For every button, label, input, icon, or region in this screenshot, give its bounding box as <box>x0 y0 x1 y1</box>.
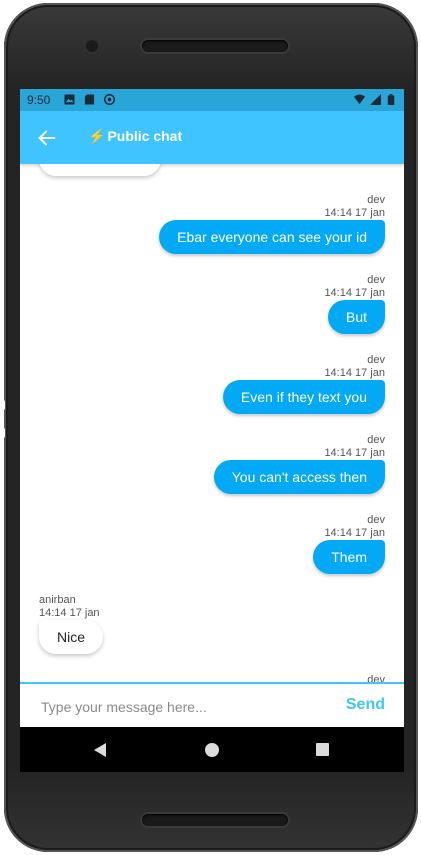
nav-back-icon[interactable] <box>94 743 106 757</box>
message-bubble-outgoing[interactable]: You can't access then <box>213 460 385 494</box>
back-arrow-icon[interactable] <box>36 127 58 149</box>
message-time: 14:14 17 jan <box>324 367 385 379</box>
message-meta: dev 14:14 17 jan <box>324 194 385 220</box>
signal-icon <box>370 94 381 105</box>
message-author: dev <box>367 514 385 526</box>
message-bubble-incoming[interactable]: Nice <box>39 620 104 654</box>
message-time: 14:14 17 jan <box>324 287 385 299</box>
page-title: ⚡ Public chat <box>88 128 182 145</box>
message-author: dev <box>367 194 385 206</box>
message-meta: dev 14:14 17 jan <box>324 434 385 460</box>
front-camera <box>86 40 98 52</box>
message-bubble-outgoing[interactable]: Them <box>313 540 385 574</box>
message-author: anirban <box>39 594 76 606</box>
status-time: 9:50 <box>27 93 51 107</box>
battery-icon <box>387 94 395 105</box>
app-bar: ⚡ Public chat <box>20 111 404 164</box>
nav-home-icon[interactable] <box>205 743 219 757</box>
nav-recents-icon[interactable] <box>316 743 329 756</box>
message-meta: dev 14:14 17 jan <box>324 274 385 300</box>
message-author: dev <box>367 354 385 366</box>
message-input[interactable] <box>39 694 333 720</box>
android-nav-bar <box>20 727 404 772</box>
side-button-mark <box>0 428 5 438</box>
wifi-icon <box>354 94 365 105</box>
bottom-speaker <box>142 814 288 826</box>
app-screen: 9:50 ⚡ Public chat dev 14:14 17 jan Ebar … <box>20 89 404 772</box>
image-notification-icon <box>64 94 75 105</box>
message-time: 14:14 17 jan <box>324 527 385 539</box>
page-title-text: Public chat <box>107 128 183 144</box>
side-button-mark <box>0 400 5 410</box>
message-meta: anirban 14:14 17 jan <box>39 594 100 620</box>
message-author: dev <box>367 274 385 286</box>
message-meta-partial: dev <box>367 674 385 682</box>
earpiece-speaker <box>142 40 288 52</box>
message-bubble-outgoing[interactable]: Ebar everyone can see your id <box>159 220 385 254</box>
message-time: 14:14 17 jan <box>324 447 385 459</box>
message-bubble-outgoing[interactable]: Even if they text you <box>222 380 385 414</box>
message-time: 14:14 17 jan <box>39 607 100 619</box>
sd-card-icon <box>84 94 95 105</box>
message-time: 14:14 17 jan <box>324 207 385 219</box>
message-bubble-outgoing[interactable]: But <box>327 300 385 334</box>
send-button[interactable]: Send <box>346 696 385 714</box>
message-bubble-partial <box>39 164 161 176</box>
status-bar: 9:50 <box>20 89 404 111</box>
message-composer: Send <box>20 682 404 729</box>
message-meta: dev 14:14 17 jan <box>324 514 385 540</box>
message-list[interactable]: dev 14:14 17 jan Ebar everyone can see y… <box>20 164 404 682</box>
message-meta: dev 14:14 17 jan <box>324 354 385 380</box>
message-author: dev <box>367 434 385 446</box>
sync-icon <box>104 94 115 105</box>
lightning-icon: ⚡ <box>88 128 106 144</box>
